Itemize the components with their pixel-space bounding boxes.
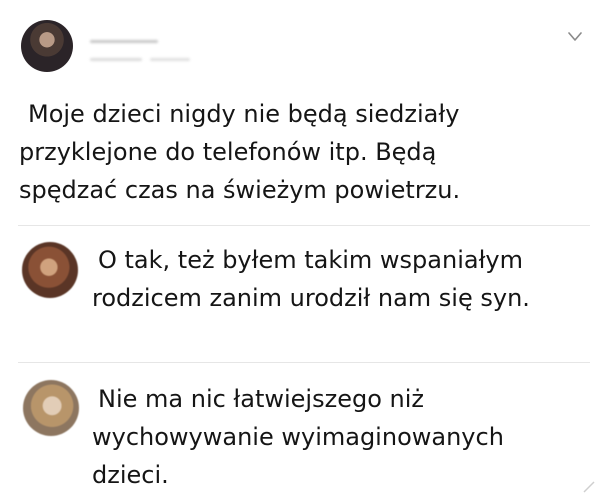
reply-text-line: wychowywanie wyimaginowanych xyxy=(92,423,504,451)
corner-mark-icon xyxy=(583,481,595,493)
post-time-blurred xyxy=(150,58,190,61)
post-text-line: Moje dzieci nigdy nie będą siedziały xyxy=(28,100,460,128)
reply-avatar[interactable] xyxy=(22,242,78,298)
post-text: Moje dzieci nigdy nie będą siedziały prz… xyxy=(19,95,599,209)
divider xyxy=(18,225,590,226)
divider xyxy=(18,362,590,363)
post-header xyxy=(0,0,610,90)
reply-text-line: O tak, też byłem takim wspaniałym xyxy=(98,246,523,274)
author-handle-blurred xyxy=(90,58,142,61)
reply-text-line: rodzicem zanim urodził nam się syn. xyxy=(92,284,530,312)
reply-text: O tak, też byłem takim wspaniałym rodzic… xyxy=(92,241,530,317)
post-text-line: spędzać czas na świeżym powietrzu. xyxy=(19,176,461,204)
reply-avatar[interactable] xyxy=(23,380,79,436)
author-avatar[interactable] xyxy=(21,20,73,72)
chevron-down-icon[interactable] xyxy=(568,32,582,42)
reply-text-line: Nie ma nic łatwiejszego niż xyxy=(98,385,424,413)
reply-text: Nie ma nic łatwiejszego niż wychowywanie… xyxy=(92,380,504,494)
post-text-line: przyklejone do telefonów itp. Będą xyxy=(19,138,437,166)
author-name-blurred xyxy=(90,40,158,43)
reply-text-line: dzieci. xyxy=(92,461,169,489)
